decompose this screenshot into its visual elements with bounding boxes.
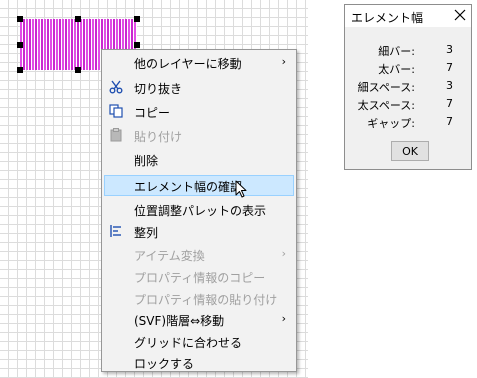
menu-item-paste: 貼り付け — [104, 125, 294, 146]
info-label: 太スペース: — [357, 99, 415, 112]
info-row-thick-bar: 太バー: 7 — [345, 61, 471, 79]
menu-item-label: 他のレイヤーに移動 — [134, 57, 242, 71]
scissors-icon — [109, 80, 123, 94]
menu-item-label: 整列 — [134, 226, 159, 240]
info-row-thick-space: 太スペース: 7 — [345, 97, 471, 115]
context-menu: 他のレイヤーに移動 › 切り抜き コピー 貼り付け 削除 エレメント幅の確認 位… — [101, 49, 297, 372]
menu-item-snap-to-grid[interactable]: グリッドに合わせる — [104, 331, 294, 352]
info-row-gap: ギャップ: 7 — [345, 115, 471, 133]
info-value: 7 — [446, 115, 453, 128]
info-row-thin-bar: 細バー: 3 — [345, 43, 471, 61]
copy-icon — [109, 104, 123, 118]
menu-item-copy-properties: プロパティ情報のコピー — [104, 266, 294, 287]
align-icon — [110, 225, 121, 237]
info-label: 太バー: — [378, 63, 415, 76]
info-label: ギャップ: — [367, 117, 415, 130]
info-value: 3 — [446, 43, 453, 56]
menu-item-label: 削除 — [134, 154, 159, 168]
menu-item-delete[interactable]: 削除 — [104, 149, 294, 170]
menu-item-label: 貼り付け — [134, 130, 183, 144]
menu-item-label: アイテム変換 — [134, 249, 205, 263]
info-row-thin-space: 細スペース: 3 — [345, 79, 471, 97]
menu-item-align[interactable]: 整列 — [104, 221, 294, 242]
selection-handle-top-middle[interactable] — [75, 16, 81, 22]
selection-handle-bottom-left[interactable] — [17, 67, 23, 73]
menu-item-convert-item: アイテム変換 › — [104, 244, 294, 265]
menu-item-label: ロックする — [134, 357, 195, 371]
menu-item-check-element-width[interactable]: エレメント幅の確認 — [104, 175, 294, 196]
dialog-title: エレメント幅 — [351, 11, 424, 25]
menu-item-paste-properties: プロパティ情報の貼り付け — [104, 288, 294, 309]
menu-item-label: プロパティ情報の貼り付け — [134, 293, 278, 307]
menu-item-label: 切り抜き — [134, 82, 183, 96]
menu-item-label: グリッドに合わせる — [134, 336, 243, 350]
info-value: 3 — [446, 79, 453, 92]
menu-item-move-layer[interactable]: 他のレイヤーに移動 › — [104, 52, 294, 73]
info-label: 細スペース: — [357, 81, 415, 94]
submenu-arrow-icon: › — [281, 55, 286, 68]
selection-handle-middle-right[interactable] — [134, 42, 140, 48]
menu-item-copy[interactable]: コピー — [104, 101, 294, 122]
submenu-arrow-icon: › — [281, 312, 286, 325]
ok-button[interactable]: OK — [391, 141, 429, 161]
selection-handle-middle-left[interactable] — [17, 42, 23, 48]
menu-item-label: プロパティ情報のコピー — [134, 271, 266, 285]
element-width-dialog: エレメント幅 細バー: 3 太バー: 7 細スペース: 3 太スペース: 7 ギ… — [344, 4, 472, 170]
menu-item-label: コピー — [134, 106, 171, 120]
info-label: 細バー: — [378, 45, 415, 58]
paste-icon — [110, 128, 122, 142]
menu-item-label: 位置調整パレットの表示 — [134, 204, 267, 218]
dialog-titlebar[interactable]: エレメント幅 — [345, 5, 471, 27]
submenu-arrow-icon: › — [281, 247, 286, 260]
selection-handle-top-left[interactable] — [17, 16, 23, 22]
menu-item-label: (SVF)階層⇔移動 — [134, 314, 225, 328]
menu-item-svf-layer-move[interactable]: (SVF)階層⇔移動 › — [104, 309, 294, 330]
info-value: 7 — [446, 97, 453, 110]
menu-item-lock[interactable]: ロックする — [104, 352, 294, 373]
mouse-pointer-icon — [235, 180, 247, 198]
close-icon[interactable] — [453, 8, 467, 22]
menu-item-label: エレメント幅の確認 — [134, 180, 243, 194]
menu-item-cut[interactable]: 切り抜き — [104, 77, 294, 98]
selection-handle-bottom-middle[interactable] — [75, 67, 81, 73]
menu-item-show-alignment-palette[interactable]: 位置調整パレットの表示 — [104, 199, 294, 220]
info-value: 7 — [446, 61, 453, 74]
selection-handle-top-right[interactable] — [134, 16, 140, 22]
